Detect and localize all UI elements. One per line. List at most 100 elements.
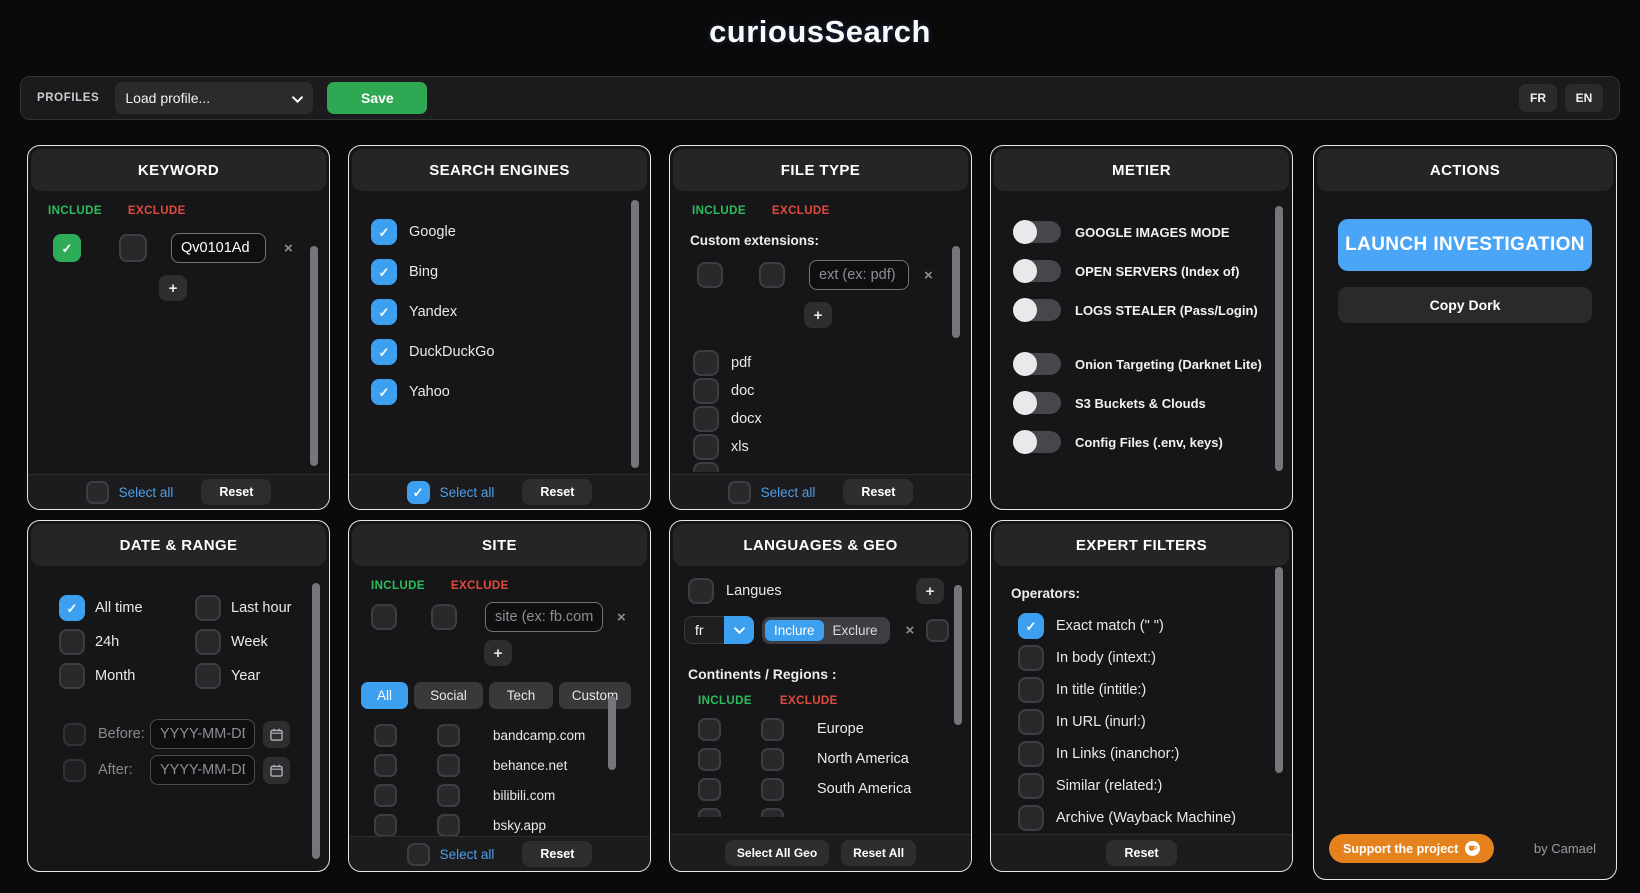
filetype-exclude-label[interactable]: EXCLUDE [772,205,830,217]
site-row-include-checkbox[interactable] [374,813,397,837]
before-calendar-button[interactable] [263,720,290,748]
s3-buckets-toggle[interactable] [1013,391,1061,415]
filetype-select-all-label[interactable]: Select all [761,485,816,500]
site-select-all-checkbox[interactable] [406,842,430,866]
langgeo-scrollbar[interactable] [954,585,962,725]
config-files-toggle[interactable] [1013,430,1061,454]
site-tab-all[interactable]: All [361,682,408,709]
site-input[interactable] [485,602,603,632]
site-row-include-checkbox[interactable] [374,783,397,807]
site-row-exclude-checkbox[interactable] [437,813,460,837]
in-title-checkbox[interactable] [1018,677,1044,703]
in-url-checkbox[interactable] [1018,709,1044,735]
site-include-checkbox[interactable] [371,604,397,630]
geo-include-label[interactable]: INCLUDE [698,695,752,707]
region-exclude-checkbox[interactable] [761,747,784,771]
similar-checkbox[interactable] [1018,773,1044,799]
engines-reset-button[interactable]: Reset [522,479,593,505]
site-list-scrollbar[interactable] [608,696,616,770]
filetype-partial-checkbox[interactable] [693,462,719,472]
logs-stealer-toggle[interactable] [1013,298,1061,322]
filetype-include-label[interactable]: INCLUDE [692,205,746,217]
lang-fr-button[interactable]: FR [1519,84,1557,112]
region-include-checkbox[interactable] [698,747,721,771]
before-checkbox[interactable] [63,722,86,746]
week-checkbox[interactable] [195,629,221,655]
langues-checkbox[interactable] [688,578,714,604]
keyword-include-label[interactable]: INCLUDE [48,205,102,217]
site-exclude-label[interactable]: EXCLUDE [451,580,509,592]
after-date-input[interactable] [150,755,255,785]
open-servers-toggle[interactable] [1013,259,1061,283]
filetype-reset-button[interactable]: Reset [843,479,914,505]
keyword-scrollbar[interactable] [310,246,318,466]
engine-yandex-checkbox[interactable]: ✓ [371,299,397,325]
24h-checkbox[interactable] [59,629,85,655]
site-row-exclude-checkbox[interactable] [437,783,460,807]
site-reset-button[interactable]: Reset [522,841,593,867]
keyword-select-all-label[interactable]: Select all [119,485,174,500]
language-select[interactable]: fr [684,616,754,644]
engine-bing-checkbox[interactable]: ✓ [371,259,397,285]
region-exclude-checkbox[interactable] [761,807,784,817]
expert-reset-button[interactable]: Reset [1106,840,1177,866]
geo-exclude-label[interactable]: EXCLUDE [780,695,838,707]
launch-investigation-button[interactable]: LAUNCH INVESTIGATION [1338,219,1592,271]
keyword-exclude-checkbox[interactable] [119,234,147,262]
after-checkbox[interactable] [63,758,86,782]
expert-scrollbar[interactable] [1275,567,1283,773]
lang-en-button[interactable]: EN [1565,84,1603,112]
site-include-label[interactable]: INCLUDE [371,580,425,592]
site-select-all-label[interactable]: Select all [440,847,495,862]
onion-targeting-toggle[interactable] [1013,352,1061,376]
ext-include-checkbox[interactable] [697,262,723,288]
google-images-mode-toggle[interactable] [1013,220,1061,244]
site-row-exclude-checkbox[interactable] [437,723,460,747]
last-hour-checkbox[interactable] [195,595,221,621]
inclure-option[interactable]: Inclure [765,619,824,641]
add-language-button[interactable]: + [916,578,944,604]
engine-duckduckgo-checkbox[interactable]: ✓ [371,339,397,365]
site-row-include-checkbox[interactable] [374,723,397,747]
site-tab-custom[interactable]: Custom [559,682,631,709]
keyword-select-all-checkbox[interactable] [85,480,109,504]
keyword-input[interactable] [171,233,266,263]
ext-exclude-checkbox[interactable] [759,262,785,288]
all-time-checkbox[interactable]: ✓ [59,595,85,621]
copy-dork-button[interactable]: Copy Dork [1338,287,1592,323]
engines-scrollbar[interactable] [631,200,639,468]
exclure-option[interactable]: Exclure [824,620,887,641]
site-exclude-checkbox[interactable] [431,604,457,630]
year-checkbox[interactable] [195,663,221,689]
site-tab-tech[interactable]: Tech [489,682,553,709]
select-all-geo-button[interactable]: Select All Geo [724,840,830,866]
metier-scrollbar[interactable] [1275,206,1283,471]
remove-ext-icon[interactable]: × [924,268,933,283]
in-links-checkbox[interactable] [1018,741,1044,767]
reset-all-geo-button[interactable]: Reset All [841,840,917,866]
support-project-button[interactable]: Support the project [1329,834,1495,863]
region-include-checkbox[interactable] [698,777,721,801]
region-exclude-checkbox[interactable] [761,777,784,801]
add-ext-button[interactable]: + [804,302,832,328]
engine-yahoo-checkbox[interactable]: ✓ [371,379,397,405]
exact-match-checkbox[interactable]: ✓ [1018,613,1044,639]
filetype-doc-checkbox[interactable] [693,378,719,404]
region-exclude-checkbox[interactable] [761,717,784,741]
engines-select-all-checkbox[interactable]: ✓ [406,480,430,504]
ext-input[interactable] [809,260,909,290]
remove-language-icon[interactable]: × [906,623,915,638]
region-include-checkbox[interactable] [698,807,721,817]
engines-select-all-label[interactable]: Select all [440,485,495,500]
before-date-input[interactable] [150,719,255,749]
filetype-xls-checkbox[interactable] [693,434,719,460]
keyword-exclude-label[interactable]: EXCLUDE [128,205,186,217]
language-row-checkbox[interactable] [926,618,950,642]
filetype-select-all-checkbox[interactable] [727,480,751,504]
keyword-reset-button[interactable]: Reset [201,479,272,505]
site-row-include-checkbox[interactable] [374,753,397,777]
date-scrollbar[interactable] [312,583,320,859]
site-tab-social[interactable]: Social [414,682,483,709]
filetype-scrollbar[interactable] [952,246,960,338]
filetype-docx-checkbox[interactable] [693,406,719,432]
